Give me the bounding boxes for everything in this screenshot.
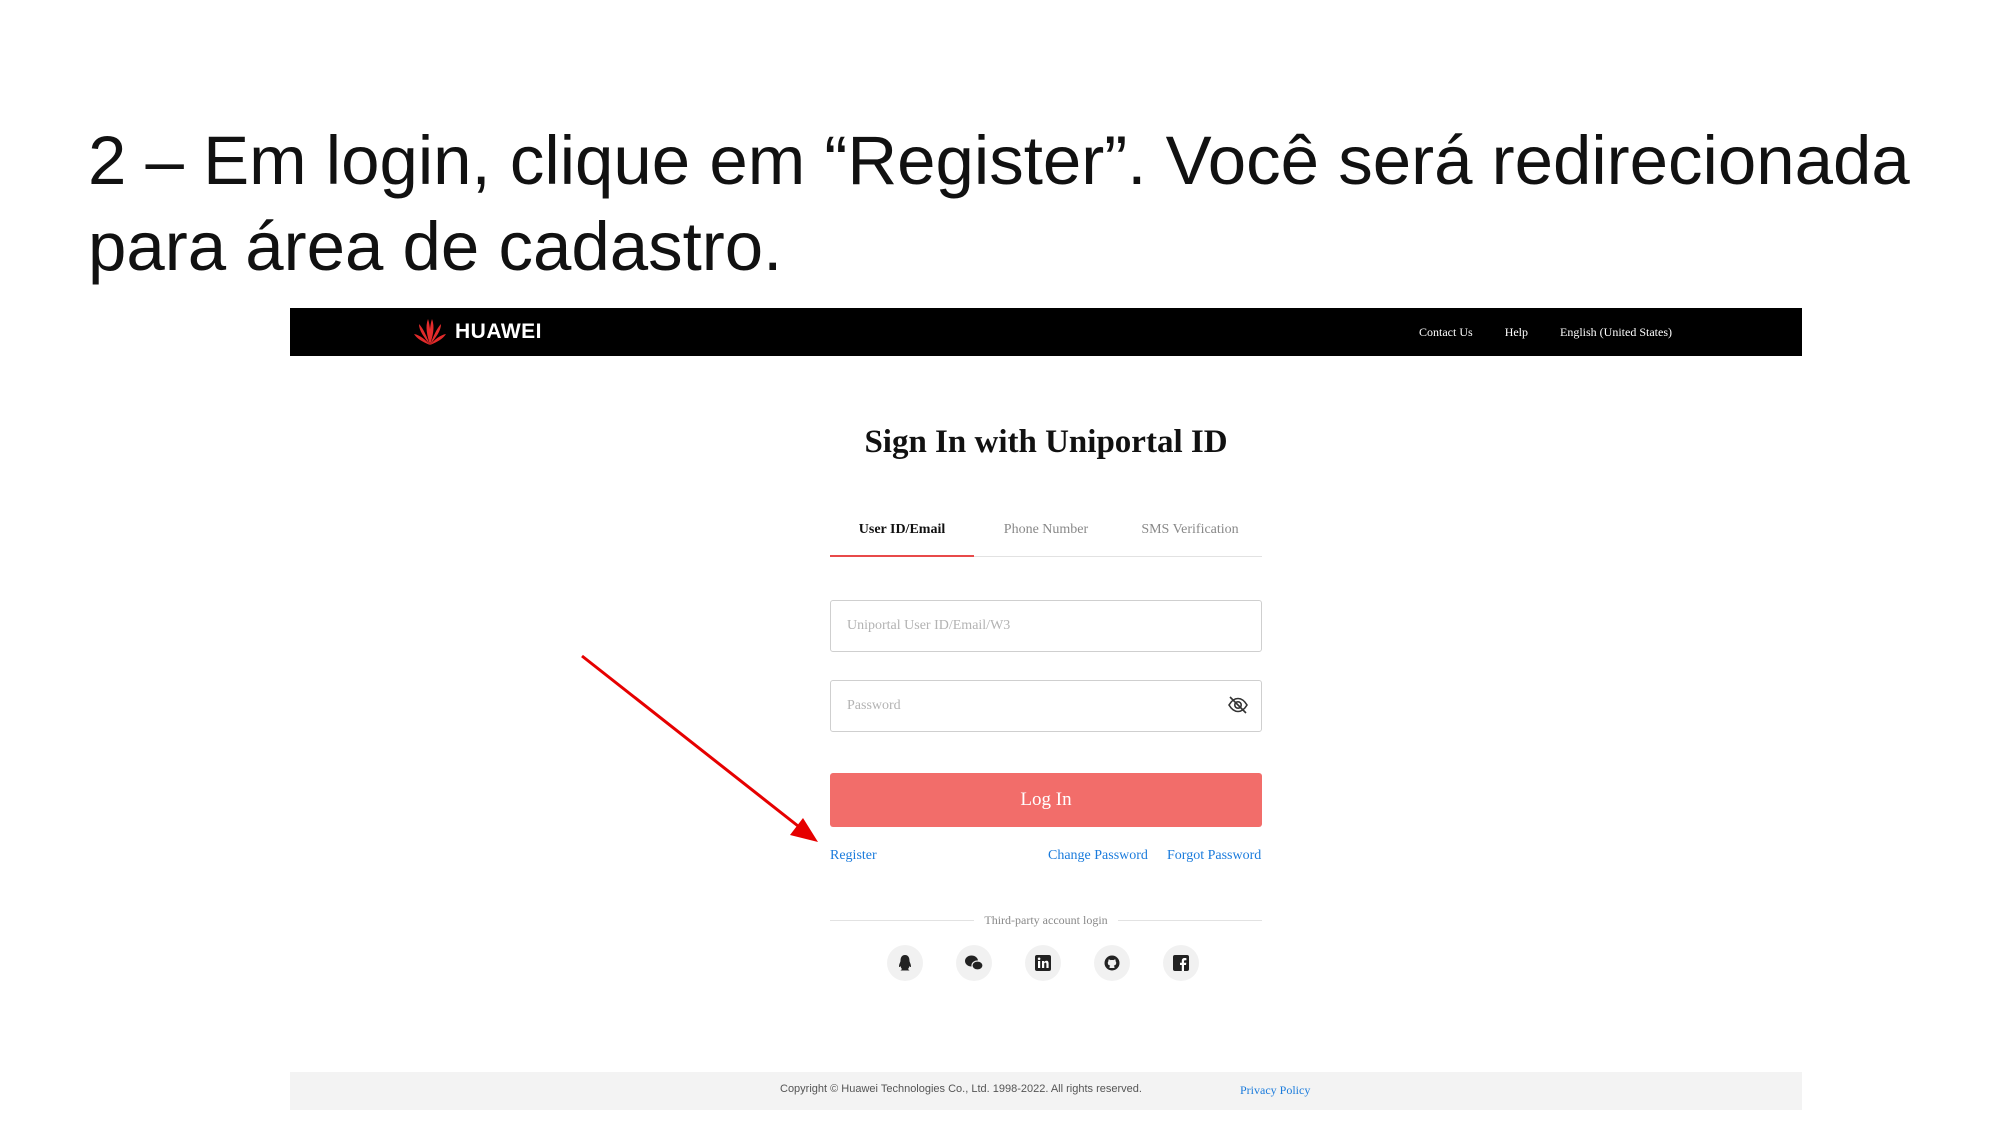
third-party-divider: Third-party account login <box>830 912 1263 928</box>
contact-us-link[interactable]: Contact Us <box>1419 325 1473 340</box>
social-login-buttons <box>887 945 1199 981</box>
tab-sms-verification[interactable]: SMS Verification <box>1118 508 1262 556</box>
brand-name: HUAWEI <box>455 320 542 343</box>
page-title: Sign In with Uniportal ID <box>864 424 1228 460</box>
linkedin-icon[interactable] <box>1025 945 1061 981</box>
divider-line-left <box>830 919 975 921</box>
user-id-field-box <box>830 600 1262 652</box>
eye-hidden-icon[interactable] <box>1227 695 1249 720</box>
huawei-flower-icon <box>414 319 446 345</box>
facebook-icon[interactable] <box>1163 945 1199 981</box>
register-link[interactable]: Register <box>830 848 877 864</box>
wechat-icon[interactable] <box>956 945 992 981</box>
forgot-password-link[interactable]: Forgot Password <box>1167 848 1261 864</box>
github-icon[interactable] <box>1094 945 1130 981</box>
tab-phone-number[interactable]: Phone Number <box>974 508 1118 556</box>
login-page-screenshot: HUAWEI Contact Us Help English (United S… <box>290 308 1802 1113</box>
help-link[interactable]: Help <box>1505 325 1528 340</box>
login-method-tabs: User ID/Email Phone Number SMS Verificat… <box>830 508 1262 557</box>
third-party-label: Third-party account login <box>984 912 1108 927</box>
top-navigation-bar: HUAWEI Contact Us Help English (United S… <box>290 308 1802 356</box>
slide-caption: 2 – Em login, clique em “Register”. Você… <box>88 122 1910 285</box>
change-password-link[interactable]: Change Password <box>1048 848 1148 864</box>
language-selector[interactable]: English (United States) <box>1560 325 1672 340</box>
tab-user-id-email[interactable]: User ID/Email <box>830 508 974 557</box>
password-input[interactable] <box>831 681 1261 731</box>
password-field-box <box>830 680 1262 732</box>
divider-line-right <box>1117 919 1263 921</box>
page-footer: Copyright © Huawei Technologies Co., Ltd… <box>290 1072 1802 1110</box>
login-button[interactable]: Log In <box>830 773 1262 827</box>
user-id-input[interactable] <box>831 601 1261 651</box>
huawei-logo[interactable]: HUAWEI <box>413 314 542 350</box>
qq-icon[interactable] <box>887 945 923 981</box>
privacy-policy-link[interactable]: Privacy Policy <box>1240 1083 1310 1098</box>
top-nav-links: Contact Us Help English (United States) <box>1419 308 1672 356</box>
copyright-text: Copyright © Huawei Technologies Co., Ltd… <box>780 1083 1142 1095</box>
